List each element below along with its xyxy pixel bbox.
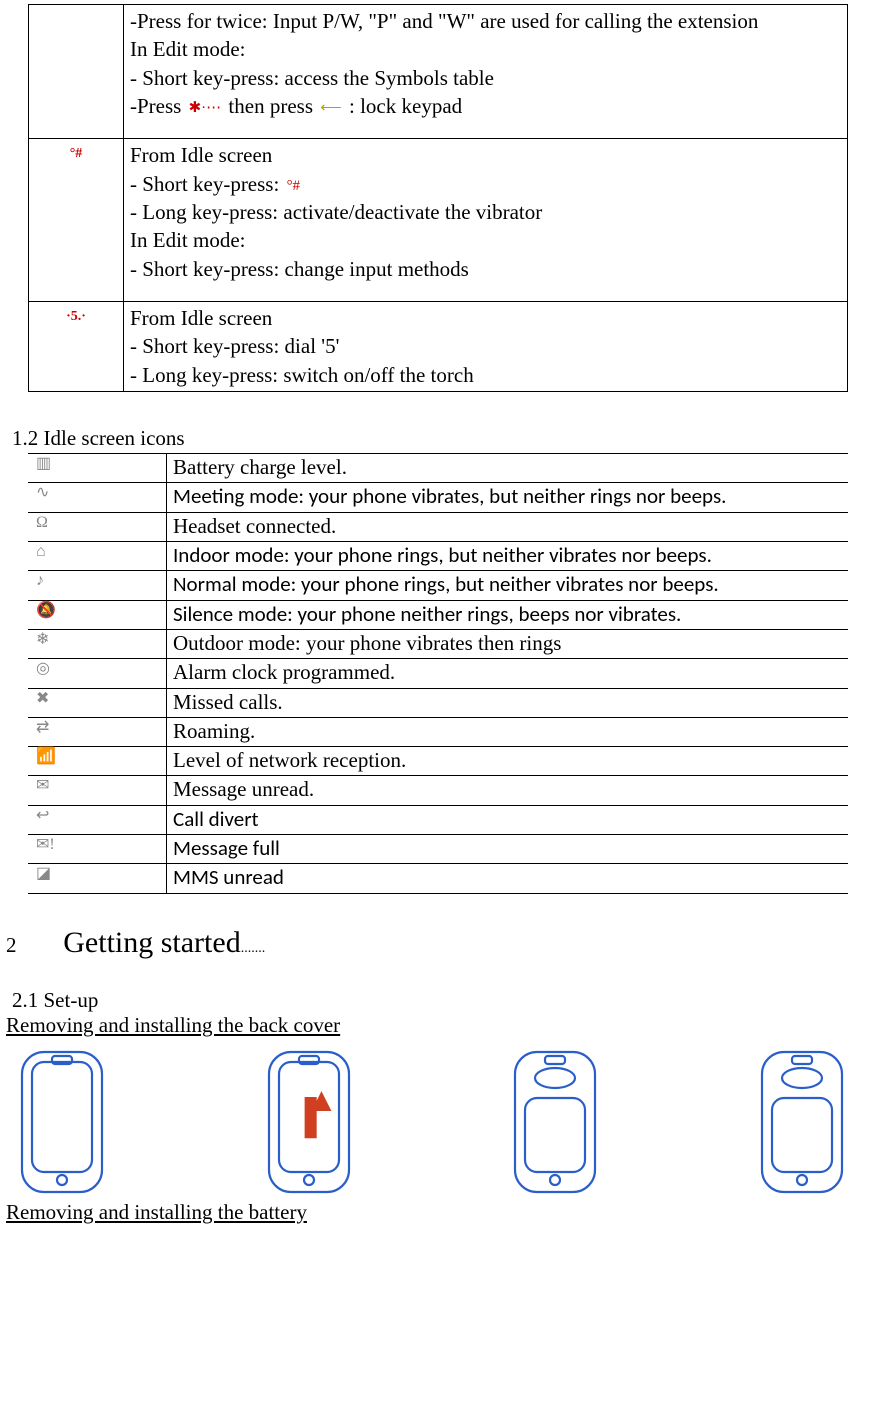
key-description: From Idle screen- Short key-press: dial … bbox=[124, 302, 848, 392]
battery-icon: ▥ bbox=[28, 454, 167, 483]
key-function-table: -Press for twice: Input P/W, "P" and "W"… bbox=[28, 4, 848, 392]
phone-illustration bbox=[505, 1048, 605, 1196]
table-row: 🔕Silence mode: your phone neither rings,… bbox=[28, 600, 848, 629]
house-icon: ⌂ bbox=[28, 542, 167, 571]
arrow-up-icon: ▲▌ bbox=[305, 1092, 339, 1126]
table-row: ΩHeadset connected. bbox=[28, 512, 848, 541]
msgfull-icon: ✉! bbox=[28, 834, 167, 863]
table-row: ◪MMS unread bbox=[28, 864, 848, 893]
key-icon-empty bbox=[29, 5, 124, 139]
lock-key-icon: ⟵ bbox=[318, 98, 344, 118]
icon-description: MMS unread bbox=[167, 864, 849, 893]
icon-description: Outdoor mode: your phone vibrates then r… bbox=[167, 629, 849, 658]
table-row: ✉!Message full bbox=[28, 834, 848, 863]
five-key-icon: ·5.· bbox=[29, 302, 124, 392]
hash-icon: °# bbox=[29, 139, 124, 302]
icon-description: Alarm clock programmed. bbox=[167, 659, 849, 688]
table-row: ◎Alarm clock programmed. bbox=[28, 659, 848, 688]
divert-icon: ↩ bbox=[28, 805, 167, 834]
idle-icons-table: ▥Battery charge level.∿Meeting mode: you… bbox=[28, 453, 848, 893]
table-row: ∿Meeting mode: your phone vibrates, but … bbox=[28, 483, 848, 512]
message-icon: ✉ bbox=[28, 776, 167, 805]
icon-description: Roaming. bbox=[167, 717, 849, 746]
key-description: -Press for twice: Input P/W, "P" and "W"… bbox=[124, 5, 848, 139]
signal-icon: 📶 bbox=[28, 747, 167, 776]
table-row: ⌂Indoor mode: your phone rings, but neit… bbox=[28, 542, 848, 571]
outdoor-icon: ❄ bbox=[28, 629, 167, 658]
phone-illustration bbox=[752, 1048, 852, 1196]
section-1-2-heading: 1.2 Idle screen icons bbox=[12, 426, 836, 451]
hash-key-icon: °# bbox=[285, 176, 303, 196]
back-cover-diagram: ▲▌ bbox=[12, 1048, 852, 1196]
icon-description: Meeting mode: your phone vibrates, but n… bbox=[167, 483, 849, 512]
icon-description: Missed calls. bbox=[167, 688, 849, 717]
table-row: ♪Normal mode: your phone rings, but neit… bbox=[28, 571, 848, 600]
vibrate-icon: ∿ bbox=[28, 483, 167, 512]
table-row: ❄Outdoor mode: your phone vibrates then … bbox=[28, 629, 848, 658]
phone-illustration: ▲▌ bbox=[259, 1048, 359, 1196]
chapter-2-heading: 2 Getting started....... bbox=[6, 926, 836, 960]
mms-icon: ◪ bbox=[28, 864, 167, 893]
icon-description: Call divert bbox=[167, 805, 849, 834]
roaming-icon: ⇄ bbox=[28, 717, 167, 746]
icon-description: Normal mode: your phone rings, but neith… bbox=[167, 571, 849, 600]
remove-battery-heading: Removing and installing the battery bbox=[6, 1200, 836, 1225]
remove-back-cover-heading: Removing and installing the back cover bbox=[6, 1013, 836, 1038]
icon-description: Indoor mode: your phone rings, but neith… bbox=[167, 542, 849, 571]
chapter-dots: ....... bbox=[241, 941, 266, 956]
chapter-number: 2 bbox=[6, 933, 58, 958]
table-row: ✖Missed calls. bbox=[28, 688, 848, 717]
table-row: ↩Call divert bbox=[28, 805, 848, 834]
star-key-icon: ✱·⋯ bbox=[187, 98, 224, 118]
icon-description: Battery charge level. bbox=[167, 454, 849, 483]
missed-call-icon: ✖ bbox=[28, 688, 167, 717]
table-row: ⇄Roaming. bbox=[28, 717, 848, 746]
icon-description: Headset connected. bbox=[167, 512, 849, 541]
icon-description: Silence mode: your phone neither rings, … bbox=[167, 600, 849, 629]
icon-description: Message unread. bbox=[167, 776, 849, 805]
note-icon: ♪ bbox=[28, 571, 167, 600]
headset-icon: Ω bbox=[28, 512, 167, 541]
phone-illustration bbox=[12, 1048, 112, 1196]
alarm-icon: ◎ bbox=[28, 659, 167, 688]
icon-description: Message full bbox=[167, 834, 849, 863]
key-description: From Idle screen- Short key-press: °#- L… bbox=[124, 139, 848, 302]
table-row: ▥Battery charge level. bbox=[28, 454, 848, 483]
table-row: ✉Message unread. bbox=[28, 776, 848, 805]
icon-description: Level of network reception. bbox=[167, 747, 849, 776]
section-2-1-heading: 2.1 Set-up bbox=[12, 988, 836, 1013]
chapter-title: Getting started bbox=[63, 926, 240, 959]
table-row: 📶Level of network reception. bbox=[28, 747, 848, 776]
mute-icon: 🔕 bbox=[28, 600, 167, 629]
